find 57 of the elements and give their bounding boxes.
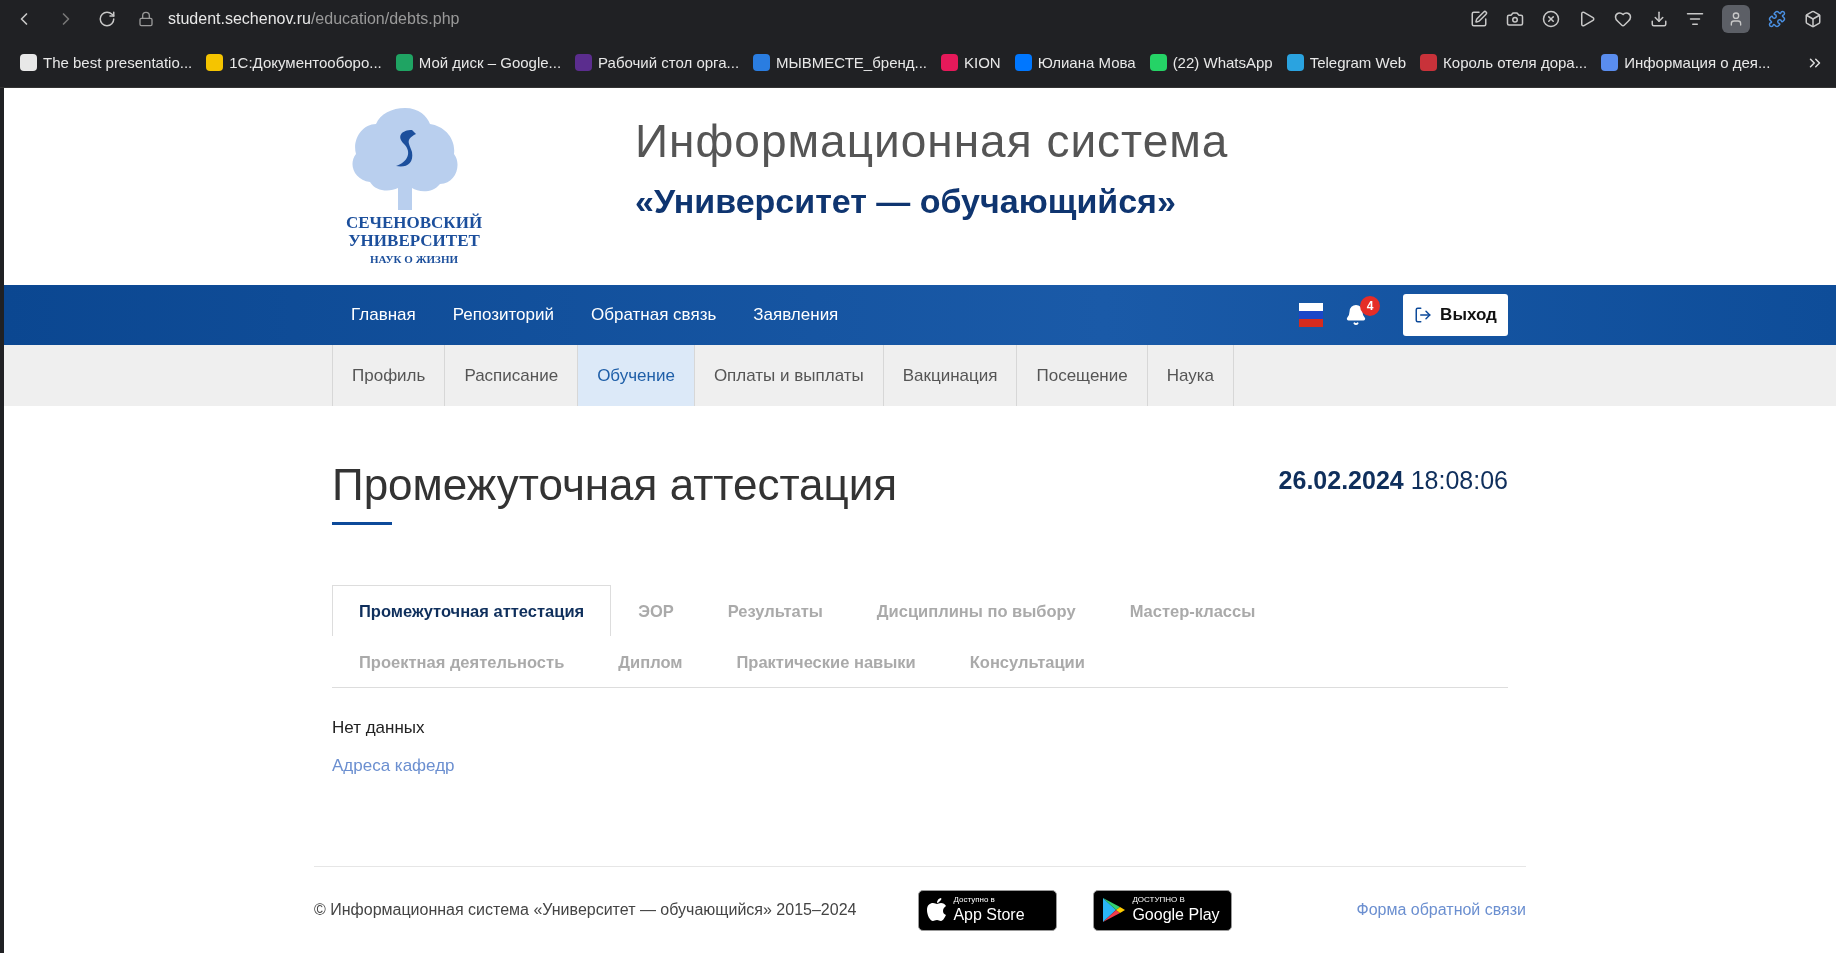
site-title: Информационная система xyxy=(635,114,1229,168)
play-store-icon xyxy=(1102,897,1127,924)
logo-tagline: НАУК О ЖИЗНИ xyxy=(370,253,458,266)
heart-icon[interactable] xyxy=(1614,10,1632,28)
nav-link[interactable]: Репозиторий xyxy=(452,305,555,326)
bookmark[interactable]: Мой диск – Google... xyxy=(395,54,562,71)
notification-badge: 4 xyxy=(1360,296,1380,317)
edit-icon[interactable] xyxy=(1470,10,1488,28)
sub-nav-tab[interactable]: Оплаты и выплаты xyxy=(693,345,883,407)
logo-text: СЕЧЕНОВСКИЙ xyxy=(345,214,483,232)
extension-icon[interactable] xyxy=(1768,10,1786,28)
bookmark[interactable]: 1С:Документооборо... xyxy=(206,54,382,71)
profile-button[interactable] xyxy=(1722,5,1750,33)
sub-nav-tab[interactable]: Наука xyxy=(1146,345,1234,407)
badge-caption: ДОСТУПНО В xyxy=(1132,896,1186,906)
sub-nav-tab[interactable]: Посещение xyxy=(1016,345,1147,407)
bookmark[interactable]: Информация о дея... xyxy=(1601,54,1771,71)
nav-link[interactable]: Заявления xyxy=(753,305,839,326)
bookmark[interactable]: Юлиана Мова xyxy=(1014,54,1136,71)
google-play-button[interactable]: ДОСТУПНО В Google Play xyxy=(1093,889,1233,931)
logout-button[interactable]: Выход xyxy=(1403,294,1508,337)
download-icon[interactable] xyxy=(1650,10,1668,28)
bell-icon[interactable] xyxy=(1345,304,1367,327)
logo-text: УНИВЕРСИТЕТ xyxy=(348,231,480,250)
bookmark[interactable]: The best presentatio... xyxy=(20,54,193,71)
bookmark[interactable]: Король отеля дора... xyxy=(1420,54,1588,71)
play-icon[interactable] xyxy=(1578,10,1596,28)
bookmark[interactable]: Рабочий стол орга... xyxy=(575,54,740,71)
tab[interactable]: Промежуточная аттестация xyxy=(332,585,612,637)
badge-title: Google Play xyxy=(1132,906,1220,924)
nav-link[interactable]: Обратная связь xyxy=(591,305,717,326)
sub-nav-tab[interactable]: Обучение xyxy=(577,345,694,407)
address-field[interactable]: student.sechenov.ru/education/debts.php xyxy=(168,10,460,28)
apple-icon xyxy=(927,898,948,923)
page-title: Промежуточная аттестация xyxy=(332,460,898,511)
nav-link[interactable]: Главная xyxy=(351,305,416,326)
date-time: 26.02.2024 18:08:06 xyxy=(1278,466,1508,496)
camera-icon[interactable] xyxy=(1506,10,1524,28)
russian-flag-icon xyxy=(1299,303,1323,328)
badge-caption: Доступно в xyxy=(953,896,996,906)
sub-nav-tab[interactable]: Профиль xyxy=(332,345,445,407)
bookmark[interactable]: Telegram Web xyxy=(1286,54,1407,71)
bookmark[interactable]: МЫВМЕСТЕ_бренд... xyxy=(753,54,928,71)
bookmark[interactable]: (22) WhatsApp xyxy=(1149,54,1273,71)
close-circle-icon[interactable] xyxy=(1542,10,1560,28)
user-icon xyxy=(1728,11,1744,27)
lock-icon xyxy=(138,11,154,27)
reload-icon[interactable] xyxy=(98,10,116,28)
empty-message: Нет данных xyxy=(332,718,426,739)
badge-title: App Store xyxy=(953,906,1025,924)
app-store-button[interactable]: Доступно в App Store xyxy=(918,889,1058,931)
bookmark[interactable]: KION xyxy=(941,54,1001,71)
copyright-text: © Информационная система «Университет — обучающийся» 2015–2024 xyxy=(314,901,857,920)
site-subtitle: «Университет — обучающийся» xyxy=(635,182,1177,221)
logout-icon xyxy=(1414,306,1433,325)
sub-nav-tab[interactable]: Вакцинация xyxy=(882,345,1017,407)
box-icon[interactable] xyxy=(1804,10,1822,28)
